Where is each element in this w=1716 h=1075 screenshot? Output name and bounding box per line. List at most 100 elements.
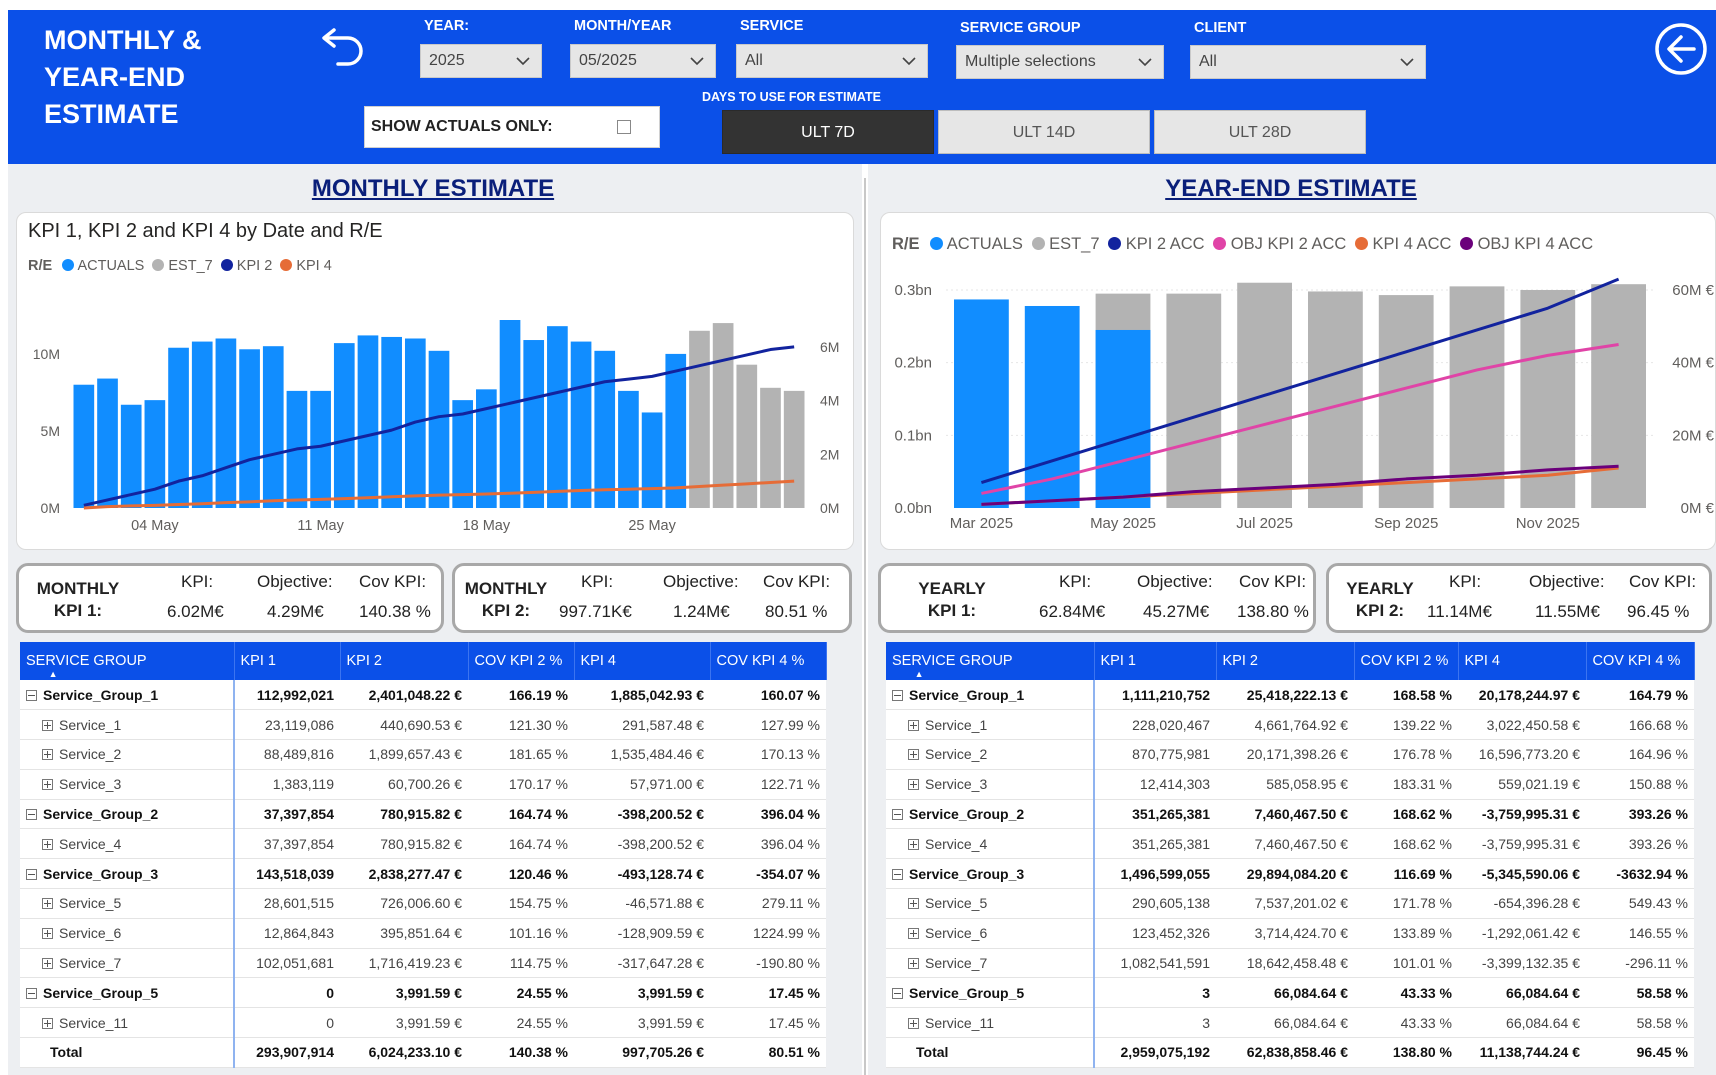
expand-icon[interactable]: [42, 838, 53, 850]
expand-icon[interactable]: [42, 958, 53, 970]
table-cell: 80.51 %: [710, 1037, 826, 1068]
bar-est-7[interactable]: [712, 323, 734, 508]
year-dropdown[interactable]: 2025: [420, 44, 542, 78]
service-dropdown[interactable]: All: [736, 44, 928, 78]
legend-item-kpi4[interactable]: KPI 4: [280, 258, 332, 274]
bar-actuals[interactable]: [381, 336, 402, 508]
table-cell: 279.11 %: [710, 888, 826, 919]
bar-actuals[interactable]: [262, 346, 284, 508]
kpi-card-label: MONTHLY KPI 2:: [464, 579, 548, 620]
expand-icon[interactable]: [42, 779, 53, 791]
bar-actuals[interactable]: [570, 341, 592, 508]
legend-item-kpi2[interactable]: KPI 2: [220, 258, 272, 274]
expand-icon[interactable]: [908, 838, 919, 850]
legend-item-actuals[interactable]: ACTUALS: [930, 235, 1023, 253]
legend-item-kpi4-acc[interactable]: KPI 4 ACC: [1354, 235, 1451, 253]
days-option-14d[interactable]: ULT 14D: [938, 110, 1150, 154]
bar-actuals[interactable]: [523, 340, 545, 508]
days-option-7d[interactable]: ULT 7D: [722, 110, 934, 154]
legend-item-est7[interactable]: EST_7: [152, 258, 213, 274]
undo-icon[interactable]: [320, 18, 372, 70]
collapse-icon[interactable]: [892, 987, 903, 999]
bar-est-7[interactable]: [760, 387, 781, 508]
bar-actuals[interactable]: [239, 349, 260, 508]
collapse-icon[interactable]: [26, 987, 37, 999]
collapse-icon[interactable]: [892, 809, 903, 821]
column-header[interactable]: KPI 2: [340, 642, 469, 680]
bar-actuals[interactable]: [499, 320, 521, 508]
bar-actuals[interactable]: [641, 412, 663, 508]
expand-icon[interactable]: [42, 928, 53, 940]
expand-icon[interactable]: [42, 719, 53, 731]
expand-icon[interactable]: [908, 719, 919, 731]
bar-est-7[interactable]: [736, 364, 758, 508]
bar-actuals[interactable]: [73, 384, 95, 508]
collapse-icon[interactable]: [892, 868, 903, 880]
days-option-28d[interactable]: ULT 28D: [1154, 110, 1366, 154]
column-header[interactable]: KPI 4: [574, 642, 711, 680]
sort-ascending-icon[interactable]: ▲: [49, 669, 58, 679]
table-cell: -3,759,995.31 €: [1458, 828, 1586, 860]
column-header[interactable]: SERVICE GROUP ▲: [20, 642, 235, 680]
row-label: Total: [20, 1037, 235, 1068]
bar-est-7[interactable]: [1591, 284, 1646, 508]
legend-item-obj-kpi2-acc[interactable]: OBJ KPI 2 ACC: [1213, 235, 1346, 253]
service-group-dropdown[interactable]: Multiple selections: [956, 45, 1164, 79]
month-year-dropdown[interactable]: 05/2025: [570, 44, 716, 78]
yearly-chart[interactable]: 0.0bn 0.1bn 0.2bn 0.3bn 0M € 20M € 40M € 60M € M…: [880, 270, 1716, 550]
column-header[interactable]: KPI 1: [234, 642, 341, 680]
sort-ascending-icon[interactable]: ▲: [915, 669, 924, 679]
column-header[interactable]: KPI 1: [1094, 642, 1217, 680]
collapse-icon[interactable]: [26, 868, 37, 880]
table-cell: 176.78 %: [1354, 739, 1458, 770]
show-actuals-toggle[interactable]: SHOW ACTUALS ONLY:: [364, 106, 660, 148]
bar-actuals[interactable]: [97, 378, 118, 508]
table-cell: -1,292,061.42 €: [1458, 918, 1586, 949]
collapse-icon[interactable]: [26, 689, 37, 701]
bar-actuals[interactable]: [428, 350, 450, 508]
bar-actuals[interactable]: [215, 338, 237, 508]
bar-actuals[interactable]: [665, 353, 687, 508]
table-cell: -128,909.59 €: [574, 918, 710, 949]
column-header[interactable]: COV KPI 2 %: [468, 642, 575, 680]
bar-est-7[interactable]: [1166, 293, 1222, 508]
total-row: Total 293,907,914 6,024,233.10 €140.38 % 99…: [20, 1037, 826, 1068]
bar-est-7[interactable]: [1378, 295, 1434, 508]
expand-icon[interactable]: [908, 958, 919, 970]
column-header[interactable]: SERVICE GROUP ▲: [886, 642, 1095, 680]
collapse-icon[interactable]: [892, 689, 903, 701]
bar-est-7[interactable]: [783, 390, 805, 508]
legend-item-kpi2-acc[interactable]: KPI 2 ACC: [1108, 235, 1205, 253]
bar-actuals[interactable]: [547, 326, 568, 508]
expand-icon[interactable]: [908, 1017, 919, 1029]
client-dropdown[interactable]: All: [1190, 45, 1426, 79]
bar-actuals[interactable]: [357, 335, 379, 508]
bar-actuals[interactable]: [310, 390, 331, 508]
expand-icon[interactable]: [908, 779, 919, 791]
show-actuals-checkbox[interactable]: [617, 120, 631, 134]
back-arrow-circle-icon[interactable]: [1654, 22, 1708, 76]
column-header[interactable]: COV KPI 2 %: [1354, 642, 1459, 680]
bar-est-7[interactable]: [1308, 291, 1363, 508]
column-header[interactable]: KPI 2: [1216, 642, 1355, 680]
legend-item-obj-kpi4-acc[interactable]: OBJ KPI 4 ACC: [1460, 235, 1593, 253]
legend-item-est7[interactable]: EST_7: [1031, 235, 1100, 253]
objective-value: 11.55M€: [1535, 602, 1600, 621]
expand-icon[interactable]: [42, 1017, 53, 1029]
column-header[interactable]: COV KPI 4 %: [710, 642, 827, 680]
expand-icon[interactable]: [42, 898, 53, 910]
bar-actuals[interactable]: [594, 350, 616, 508]
bar-est-7[interactable]: [689, 330, 710, 508]
monthly-chart[interactable]: 0M 5M 10M 0M 2M 4M 6M 04 May 11 May 18 May 25 May: [16, 280, 854, 550]
collapse-icon[interactable]: [26, 809, 37, 821]
bar-actuals[interactable]: [191, 341, 213, 508]
column-header[interactable]: KPI 4: [1458, 642, 1587, 680]
column-header[interactable]: COV KPI 4 %: [1586, 642, 1695, 680]
expand-icon[interactable]: [908, 749, 919, 761]
legend-item-actuals[interactable]: ACTUALS: [62, 258, 144, 274]
expand-icon[interactable]: [908, 898, 919, 910]
expand-icon[interactable]: [42, 749, 53, 761]
bar-actuals[interactable]: [1095, 329, 1151, 508]
expand-icon[interactable]: [908, 928, 919, 940]
bar-actuals[interactable]: [333, 343, 355, 508]
